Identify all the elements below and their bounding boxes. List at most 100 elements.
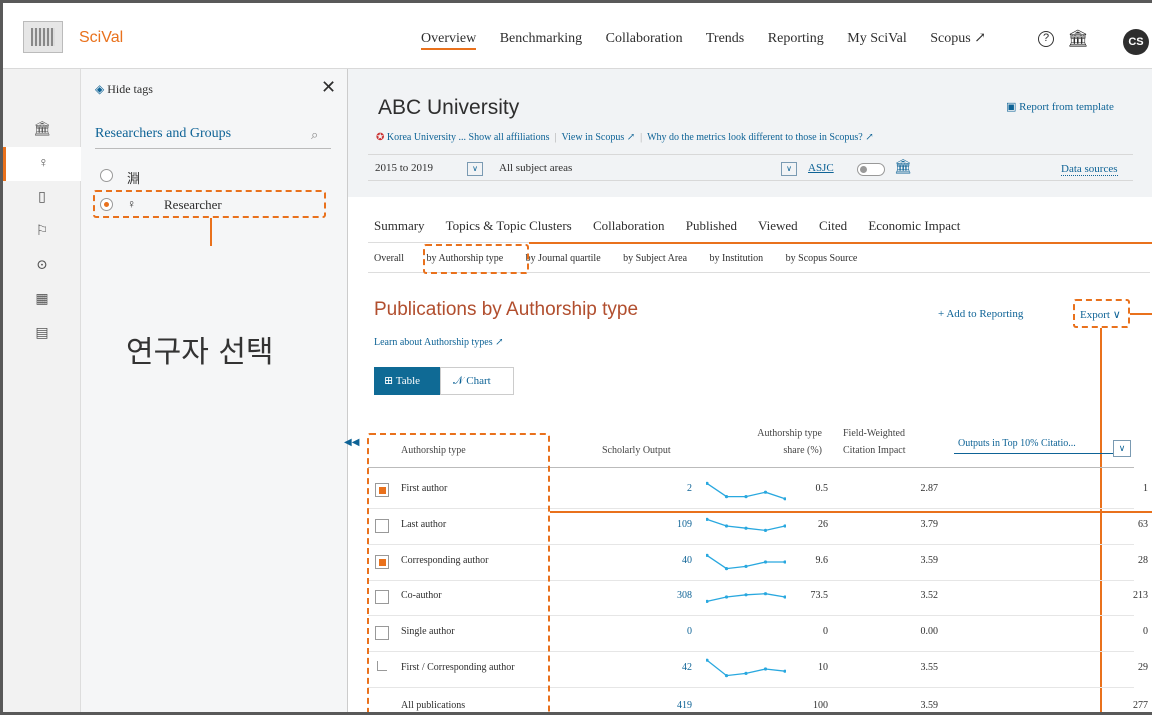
divider xyxy=(368,154,1133,155)
row-scholarly-output[interactable]: 42 xyxy=(682,662,692,673)
view-in-scopus-link[interactable]: View in Scopus ↗ xyxy=(561,132,635,143)
subtab-overall[interactable]: Overall xyxy=(374,253,404,264)
publications-icon[interactable]: ▯ xyxy=(3,181,81,215)
user-avatar[interactable]: CS xyxy=(1123,29,1149,55)
callout-connector xyxy=(210,218,212,246)
asjc-link[interactable]: ASJC xyxy=(808,162,834,174)
korea-flag-icon: ✪ xyxy=(376,132,385,143)
subject-select[interactable]: All subject areas xyxy=(499,162,572,174)
brand-name[interactable]: SciVal xyxy=(79,29,123,47)
nav-scopus[interactable]: Scopus ↗ xyxy=(930,31,986,46)
row-top10: 0 xyxy=(1143,626,1148,637)
add-to-reporting-link[interactable]: + Add to Reporting xyxy=(938,308,1023,320)
section-title: Publications by Authorship type xyxy=(374,299,639,320)
row-scholarly-output[interactable]: 40 xyxy=(682,555,692,566)
topics-icon[interactable]: ⊙ xyxy=(3,249,81,283)
row-fwci: 0.00 xyxy=(920,626,939,637)
row-fwci: 3.59 xyxy=(920,555,939,566)
table-view-button[interactable]: ⊞ Table xyxy=(374,367,440,395)
researcher-option-1-label: 淵 xyxy=(127,171,141,186)
institution-icon[interactable]: 🏛 xyxy=(1067,29,1089,49)
nav-collaboration[interactable]: Collaboration xyxy=(606,31,683,46)
elsevier-logo xyxy=(23,21,63,53)
main-content: ◀◀ ABC University ▣ Report from template… xyxy=(344,69,1152,712)
top-bar: SciVal Overview Benchmarking Collaborati… xyxy=(3,3,1152,69)
institution-filter-icon[interactable]: 🏛 xyxy=(894,159,912,176)
report-icon: ▣ xyxy=(1006,101,1017,113)
row-top10: 28 xyxy=(1138,555,1148,566)
nav-my-scival[interactable]: My SciVal xyxy=(847,31,907,46)
affiliation-row: ✪ Korea University ... Show all affiliat… xyxy=(376,132,874,143)
line-chart-icon: 𝒩 xyxy=(453,375,464,387)
nav-trends[interactable]: Trends xyxy=(706,31,744,46)
row-scholarly-output[interactable]: 109 xyxy=(677,519,692,530)
researcher-radio-1[interactable] xyxy=(100,169,113,182)
data-sources-link[interactable]: Data sources xyxy=(1061,163,1118,176)
collapse-panel-icon[interactable]: ◀◀ xyxy=(344,437,359,448)
header-fwci-line2[interactable]: Citation Impact xyxy=(843,442,906,459)
grid-icon[interactable]: ▦ xyxy=(3,283,81,317)
header-fwci-line1[interactable]: Field-Weighted xyxy=(843,425,905,442)
chart-view-button[interactable]: 𝒩 Chart xyxy=(440,367,514,395)
tab-published[interactable]: Published xyxy=(686,218,737,233)
table-grid-icon: ⊞ xyxy=(384,375,394,387)
sparkline xyxy=(706,517,786,532)
row-scholarly-output[interactable]: 0 xyxy=(687,626,692,637)
entity-header: ABC University ▣ Report from template ✪ … xyxy=(348,69,1152,197)
why-metrics-link[interactable]: Why do the metrics look different to tho… xyxy=(647,132,873,143)
table-button-label: Table xyxy=(395,375,421,387)
export-highlight xyxy=(1073,299,1130,328)
period-select[interactable]: 2015 to 2019 xyxy=(375,162,433,174)
row-share: 0.5 xyxy=(815,483,829,494)
subtab-institution[interactable]: by Institution xyxy=(710,253,764,264)
callout-connector xyxy=(529,242,1152,244)
header-top10-select[interactable]: Outputs in Top 10% Citatio... xyxy=(958,435,1076,452)
tab-viewed[interactable]: Viewed xyxy=(758,218,798,233)
annotation-label: 연구자 선택 xyxy=(126,335,274,370)
row-top10: 213 xyxy=(1133,590,1148,601)
row-scholarly-output[interactable]: 419 xyxy=(677,700,692,711)
tab-collaboration[interactable]: Collaboration xyxy=(593,218,665,233)
top10-chevron-down-icon[interactable]: ∨ xyxy=(1113,440,1131,457)
nav-benchmarking[interactable]: Benchmarking xyxy=(500,31,582,46)
hide-tags-link[interactable]: ◈ Hide tags xyxy=(95,82,153,97)
subject-chevron-down-icon[interactable]: ∨ xyxy=(781,162,797,176)
close-icon[interactable]: ✕ xyxy=(321,77,336,98)
tab-cited[interactable]: Cited xyxy=(819,218,847,233)
institutions-icon[interactable]: 🏛 xyxy=(3,113,81,147)
toggle-switch[interactable] xyxy=(857,163,885,176)
subtab-journal-quartile[interactable]: by Journal quartile xyxy=(526,253,601,264)
header-share-line1[interactable]: Authorship type xyxy=(742,425,822,442)
nav-reporting[interactable]: Reporting xyxy=(768,31,824,46)
subtab-scopus-source[interactable]: by Scopus Source xyxy=(786,253,858,264)
researchers-icon[interactable]: ♀ xyxy=(3,147,81,181)
select-underline xyxy=(954,453,1113,454)
affiliation-link[interactable]: Korea University ... Show all affiliatio… xyxy=(387,132,550,143)
main-nav: Overview Benchmarking Collaboration Tren… xyxy=(421,30,1006,50)
app-window: SciVal Overview Benchmarking Collaborati… xyxy=(0,0,1152,715)
subtab-subject-area[interactable]: by Subject Area xyxy=(623,253,687,264)
row-share: 10 xyxy=(818,662,828,673)
row-scholarly-output[interactable]: 2 xyxy=(687,483,692,494)
callout-connector xyxy=(550,511,1152,513)
header-scholarly-output[interactable]: Scholarly Output xyxy=(602,442,671,459)
period-chevron-down-icon[interactable]: ∨ xyxy=(467,162,483,176)
hide-tags-label: Hide tags xyxy=(107,82,153,96)
sparkline xyxy=(706,592,786,603)
help-icon[interactable]: ? xyxy=(1038,31,1054,47)
report-template-label: Report from template xyxy=(1019,101,1114,113)
report-template-link[interactable]: ▣ Report from template xyxy=(1006,100,1114,113)
row-fwci: 2.87 xyxy=(920,483,939,494)
learn-authorship-link[interactable]: Learn about Authorship types ↗ xyxy=(374,337,503,348)
tab-summary[interactable]: Summary xyxy=(374,218,425,233)
nav-overview[interactable]: Overview xyxy=(421,31,477,50)
document-icon[interactable]: ▤ xyxy=(3,317,81,351)
tab-economic-impact[interactable]: Economic Impact xyxy=(868,218,960,233)
callout-connector xyxy=(1130,313,1152,315)
header-share-line2[interactable]: share (%) xyxy=(742,442,822,459)
tab-topics[interactable]: Topics & Topic Clusters xyxy=(446,218,572,233)
entity-name: ABC University xyxy=(378,96,520,119)
row-scholarly-output[interactable]: 308 xyxy=(677,590,692,601)
countries-flag-icon[interactable]: ⚐ xyxy=(3,215,81,249)
search-icon[interactable]: ⌕ xyxy=(311,127,318,143)
